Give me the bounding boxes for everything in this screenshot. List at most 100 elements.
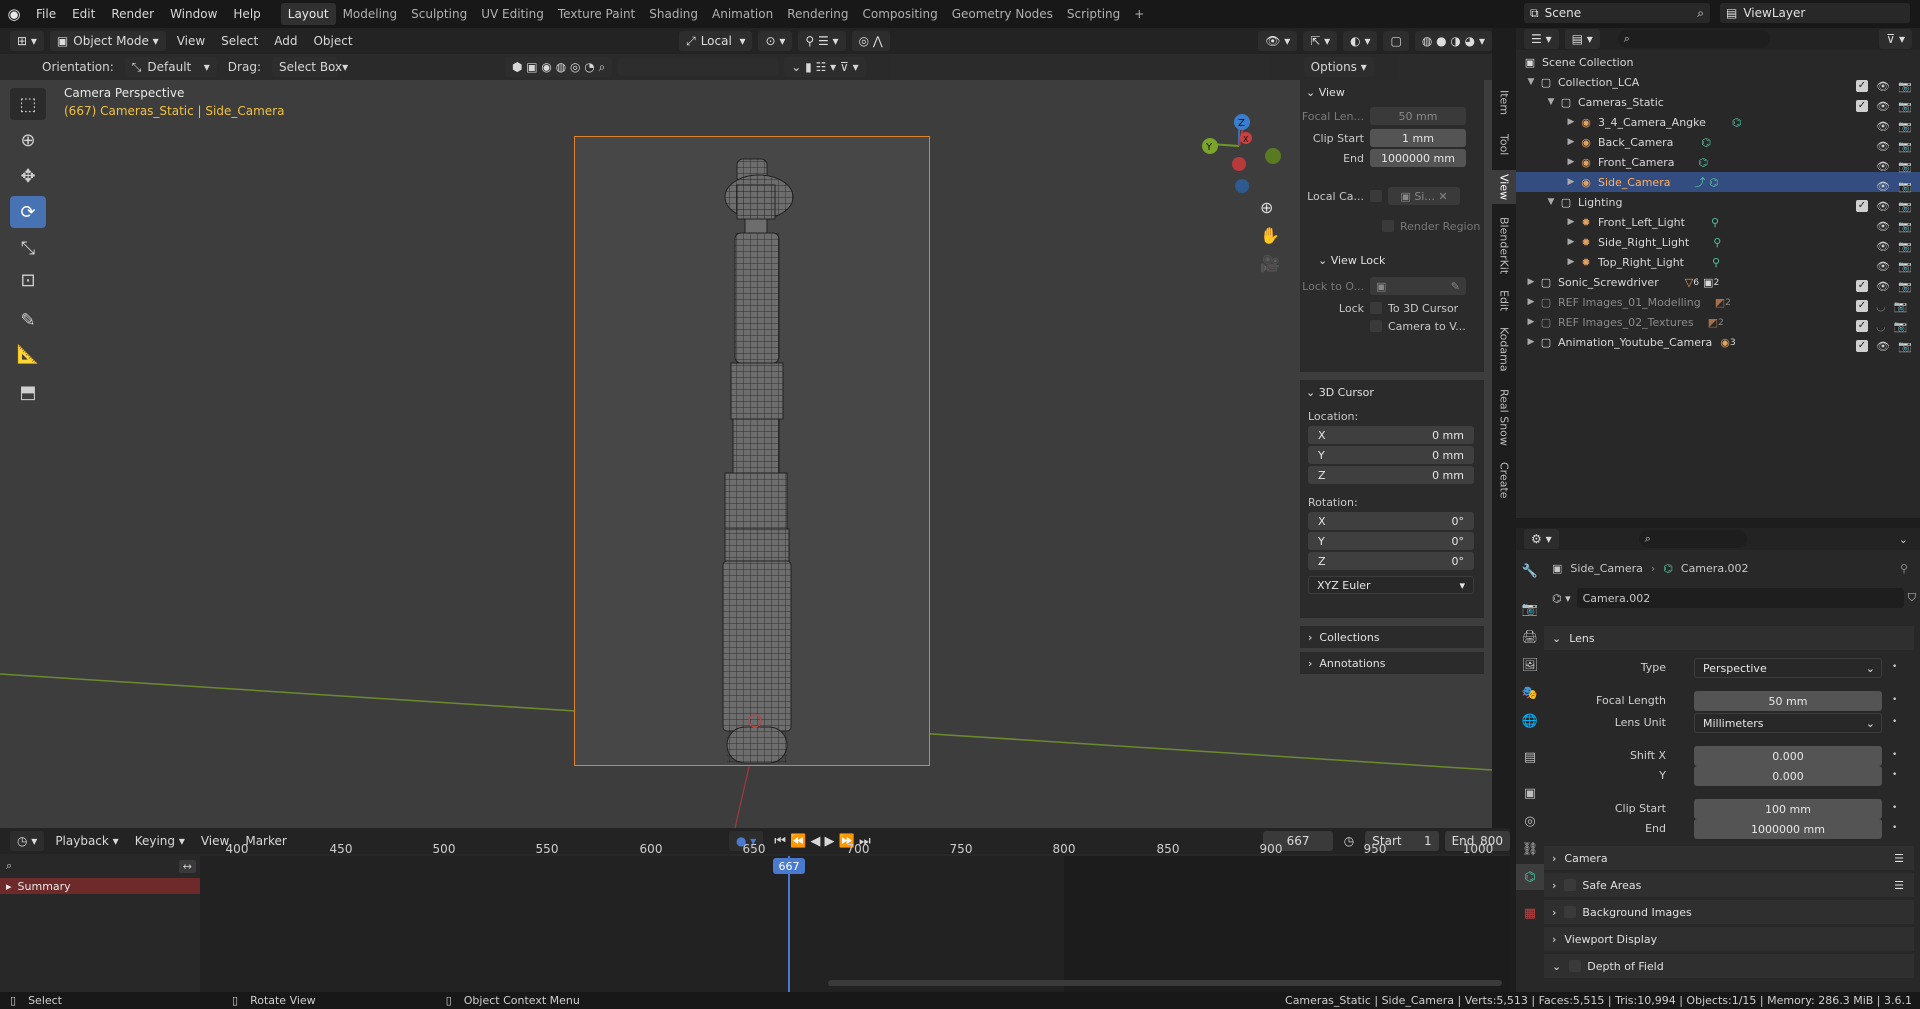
texture-tab-icon[interactable]: ▦ [1516, 900, 1544, 926]
menu-window[interactable]: Window [162, 0, 225, 28]
keyframe-dot[interactable]: • [1892, 770, 1897, 780]
keyframe-dot[interactable]: • [1892, 662, 1897, 672]
eye-icon[interactable]: 👁 [1876, 280, 1890, 293]
camera-data-icon[interactable]: ⌬ [1701, 136, 1711, 149]
output-tab-icon[interactable]: 🖨 [1516, 624, 1544, 650]
safe-areas-section-header[interactable]: › Safe Areas ☰ [1544, 873, 1914, 897]
view-section-header[interactable]: ⌄ View [1300, 80, 1484, 104]
camera-render-icon[interactable]: 📷 [1898, 80, 1912, 93]
eye-closed-icon[interactable]: ◡ [1876, 320, 1886, 333]
tab-modeling[interactable]: Modeling [336, 3, 405, 25]
rotation-mode-dropdown[interactable]: XYZ Euler ▾ [1308, 576, 1474, 594]
zoom-icon[interactable]: ⊕ [1260, 198, 1273, 217]
depth-of-field-section-header[interactable]: ⌄ Depth of Field [1544, 954, 1914, 978]
presets-list-icon[interactable]: ☰ [1894, 879, 1904, 892]
sidetab-blenderkit[interactable]: BlenderKit [1492, 214, 1516, 278]
render-region-checkbox[interactable]: Render Region [1300, 216, 1484, 236]
eye-icon[interactable]: 👁 [1876, 120, 1890, 133]
tab-texture-paint[interactable]: Texture Paint [551, 3, 642, 25]
summary-channel[interactable]: ▸ Summary [0, 878, 200, 894]
background-images-section-header[interactable]: › Background Images [1544, 900, 1914, 924]
fake-user-shield-icon[interactable]: ⛉ [1908, 591, 1916, 605]
exclude-checkbox[interactable]: ✓ [1856, 320, 1868, 332]
properties-editor-type[interactable]: ⚙ ▾ [1524, 529, 1559, 549]
playback-menu[interactable]: Playback ▾ [50, 834, 123, 848]
camera-data-icon[interactable]: ⌬ [1732, 116, 1742, 129]
tab-shading[interactable]: Shading [642, 3, 705, 25]
exclude-checkbox[interactable]: ✓ [1856, 280, 1868, 292]
keyframe-dot[interactable]: • [1892, 750, 1897, 760]
collection-tab-icon[interactable]: ▤ [1516, 744, 1544, 770]
shift-y-field[interactable]: 0.000 [1694, 766, 1882, 786]
pin-icon[interactable]: ⚲ [1900, 562, 1908, 575]
cursor-rotation-z[interactable]: Z 0° [1308, 552, 1474, 570]
outliner-filter-icon[interactable]: ⊽ ▾ [1879, 29, 1912, 49]
exclude-checkbox[interactable]: ✓ [1856, 340, 1868, 352]
lens-unit-dropdown[interactable]: Millimeters ⌄ [1694, 713, 1882, 733]
tab-geometry-nodes[interactable]: Geometry Nodes [945, 3, 1060, 25]
clip-start-field[interactable]: 1 mm [1370, 129, 1466, 147]
view-layer-tab-icon[interactable]: 🖼 [1516, 652, 1544, 678]
object-tab-icon[interactable]: ▣ [1516, 780, 1544, 806]
keyframe-dot[interactable]: • [1892, 695, 1897, 705]
clip-end-field[interactable]: 1000000 mm [1370, 149, 1466, 167]
timeline-editor-type[interactable]: ◷ ▾ [10, 831, 45, 851]
camera-render-icon[interactable]: 📷 [1894, 320, 1908, 333]
cursor-rotation-y[interactable]: Y 0° [1308, 532, 1474, 550]
light-data-icon[interactable]: ⚲ [1712, 256, 1720, 269]
keyframe-dot[interactable]: • [1892, 717, 1897, 727]
eye-icon[interactable]: 👁 [1876, 160, 1890, 173]
outliner-search-input[interactable]: ⌕ [1617, 30, 1770, 48]
properties-search-input[interactable]: ⌕ [1638, 530, 1747, 548]
exclude-checkbox[interactable]: ✓ [1856, 200, 1868, 212]
expand-arrow-icon[interactable]: ▶ [1524, 297, 1538, 307]
datablock-name[interactable]: Camera.002 [1576, 588, 1904, 608]
outliner-row[interactable]: ▣ Scene Collection [1516, 52, 1920, 72]
camera-render-icon[interactable]: 📷 [1898, 140, 1912, 153]
local-camera-field[interactable]: ▣ Si... ✕ [1388, 187, 1460, 205]
camera-render-icon[interactable]: 📷 [1898, 160, 1912, 173]
tab-uv-editing[interactable]: UV Editing [474, 3, 551, 25]
world-tab-icon[interactable]: 🌐 [1516, 708, 1544, 734]
timeline-search[interactable]: ⌕ ↔ [6, 858, 196, 874]
eye-icon[interactable]: 👁 [1876, 240, 1890, 253]
expand-arrow-icon[interactable]: ▶ [1524, 337, 1538, 347]
keyframe-dot[interactable]: • [1892, 823, 1897, 833]
swap-arrows-icon[interactable]: ↔ [178, 859, 196, 873]
clip-start-field[interactable]: 100 mm [1694, 799, 1882, 819]
navigation-gizmo[interactable]: Z Y X [1196, 86, 1282, 196]
tab-animation[interactable]: Animation [705, 3, 780, 25]
sidetab-create[interactable]: Create [1492, 460, 1516, 500]
timeline-editor[interactable]: ◷ ▾ Playback ▾ Keying ▾ View Marker ● ▾ … [0, 828, 1510, 992]
viewport-display-section-header[interactable]: › Viewport Display [1544, 927, 1914, 951]
to-3d-cursor-checkbox[interactable] [1370, 302, 1382, 314]
3d-viewport[interactable]: ⊞ ▾ ▣ Object Mode ▾ View Select Add Objec… [0, 28, 1492, 828]
expand-arrow-icon[interactable]: ▶ [1524, 317, 1538, 327]
focal-length-field[interactable]: 50 mm [1694, 691, 1882, 711]
camera-render-icon[interactable]: 📷 [1898, 200, 1912, 213]
scene-selector[interactable]: ⧉ Scene ⌕ [1524, 3, 1710, 23]
tab-scripting[interactable]: Scripting [1060, 3, 1127, 25]
expand-arrow-icon[interactable]: ▶ [1564, 117, 1578, 127]
camera-render-icon[interactable]: 📷 [1898, 340, 1912, 353]
shift-x-field[interactable]: 0.000 [1694, 746, 1882, 766]
expand-arrow-icon[interactable]: ▶ [1564, 177, 1578, 187]
expand-arrow-icon[interactable]: ▶ [1564, 257, 1578, 267]
eye-icon[interactable]: 👁 [1876, 80, 1890, 93]
expand-arrow-icon[interactable]: ▶ [1564, 137, 1578, 147]
playhead-line[interactable] [788, 856, 790, 992]
expand-arrow-icon[interactable]: ▶ [1564, 237, 1578, 247]
pin-icon[interactable]: ⌕ [1697, 6, 1704, 21]
lock-to-object-field[interactable]: ▣ ✎ [1370, 277, 1466, 295]
background-images-checkbox[interactable] [1564, 906, 1577, 918]
keyframe-dot[interactable]: • [1892, 803, 1897, 813]
stopwatch-icon[interactable]: ◷ [1339, 834, 1359, 848]
annotations-section-header[interactable]: › Annotations [1300, 652, 1484, 674]
camera-render-icon[interactable]: 📷 [1898, 120, 1912, 133]
keying-menu[interactable]: Keying ▾ [130, 834, 190, 848]
eye-icon[interactable]: 👁 [1876, 260, 1890, 273]
lens-section-header[interactable]: ⌄ Lens [1544, 626, 1914, 650]
eye-icon[interactable]: 👁 [1876, 140, 1890, 153]
camera-section-header[interactable]: › Camera ☰ [1544, 846, 1914, 870]
menu-render[interactable]: Render [103, 0, 162, 28]
